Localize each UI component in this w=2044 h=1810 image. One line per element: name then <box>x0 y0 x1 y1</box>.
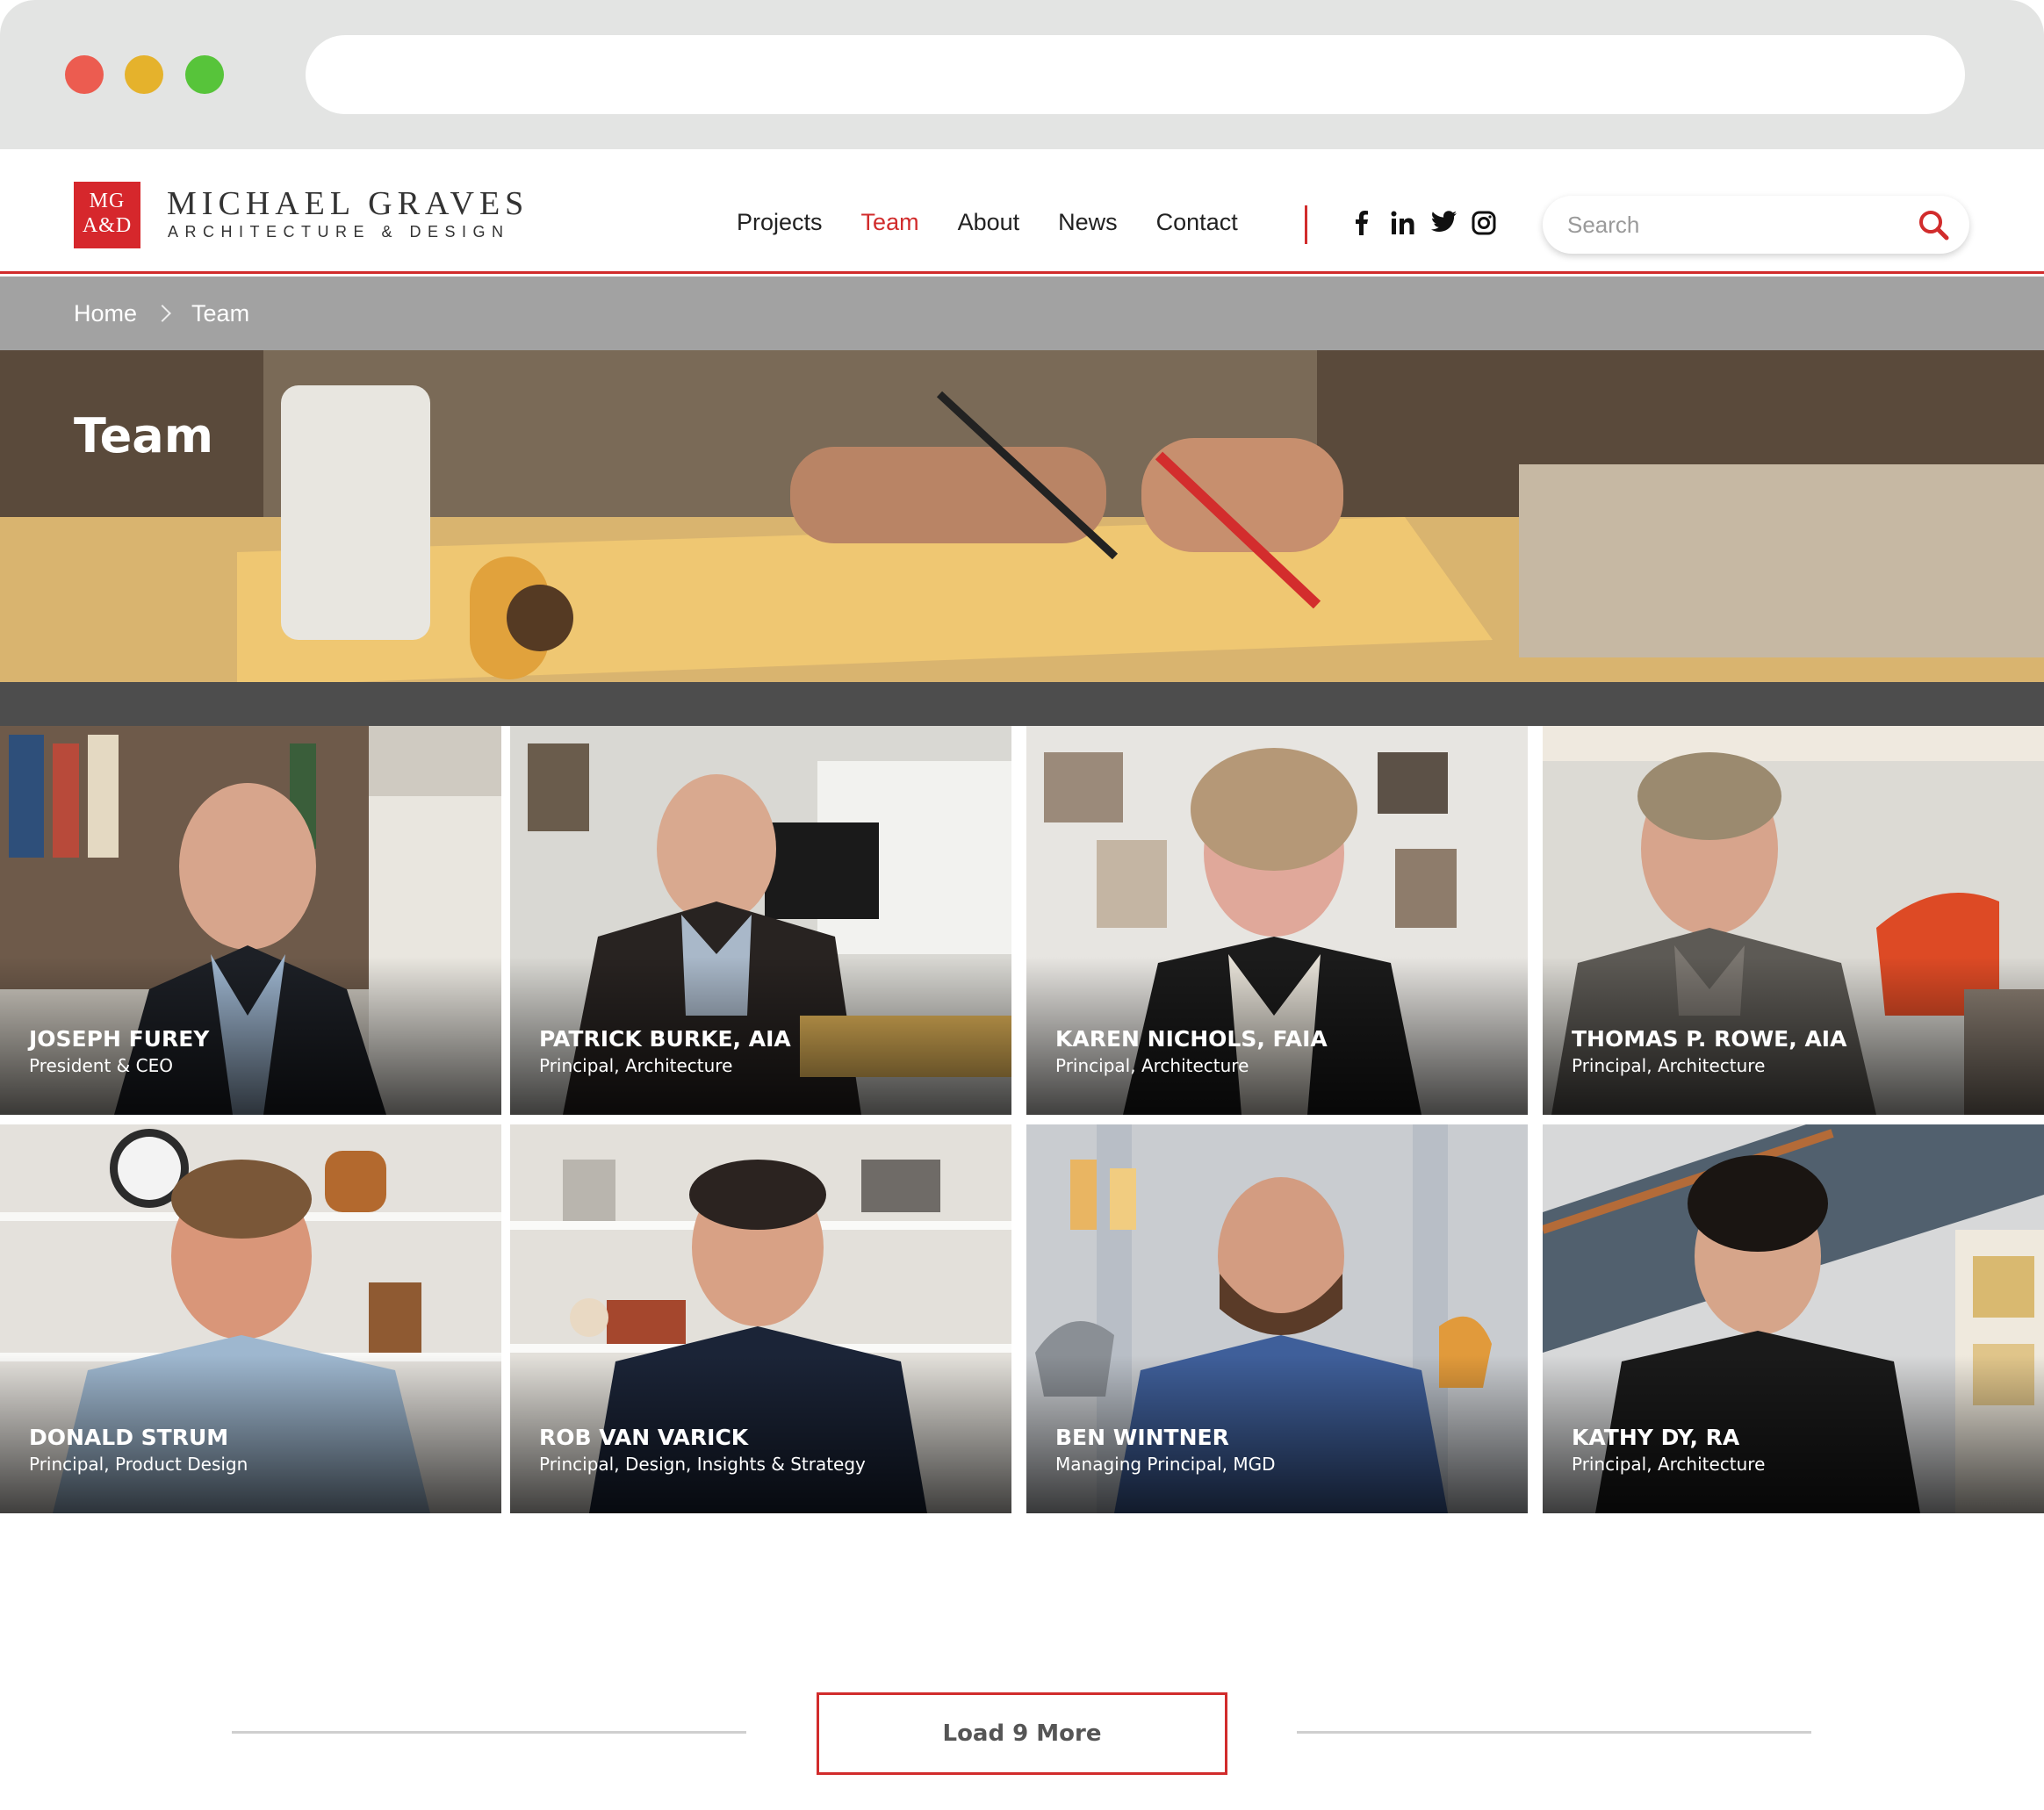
maximize-window-button[interactable] <box>185 55 224 94</box>
chevron-right-icon <box>154 305 171 322</box>
search-icon[interactable] <box>1917 208 1950 241</box>
hero-image <box>0 350 2044 682</box>
team-member-name: PATRICK BURKE, AIA <box>539 1026 791 1052</box>
team-card[interactable]: JOSEPH FUREY President & CEO <box>0 726 501 1115</box>
team-member-role: Principal, Architecture <box>1572 1454 1766 1475</box>
team-card[interactable]: KATHY DY, RA Principal, Architecture <box>1543 1124 2044 1513</box>
team-member-role: Principal, Architecture <box>539 1055 733 1076</box>
minimize-window-button[interactable] <box>125 55 163 94</box>
team-member-role: President & CEO <box>29 1055 173 1076</box>
instagram-icon[interactable] <box>1472 211 1496 235</box>
team-member-name: KATHY DY, RA <box>1572 1425 1740 1450</box>
team-member-role: Principal, Design, Insights & Strategy <box>539 1454 866 1475</box>
team-member-name: KAREN NICHOLS, FAIA <box>1055 1026 1328 1052</box>
team-member-name: ROB VAN VARICK <box>539 1425 749 1450</box>
linkedin-icon[interactable] <box>1391 211 1414 235</box>
nav-divider <box>1305 205 1307 244</box>
team-member-name: THOMAS P. ROWE, AIA <box>1572 1026 1847 1052</box>
site-header: MG A&D MICHAEL GRAVES ARCHITECTURE & DES… <box>0 149 2044 274</box>
team-member-role: Principal, Architecture <box>1055 1055 1249 1076</box>
team-member-name: JOSEPH FUREY <box>29 1026 210 1052</box>
team-member-name: DONALD STRUM <box>29 1425 229 1450</box>
facebook-icon[interactable] <box>1350 211 1373 235</box>
team-card[interactable]: BEN WINTNER Managing Principal, MGD <box>1026 1124 1528 1513</box>
team-card[interactable]: KAREN NICHOLS, FAIA Principal, Architect… <box>1026 726 1528 1115</box>
breadcrumb: Home Team <box>0 277 2044 350</box>
team-member-role: Principal, Product Design <box>29 1454 248 1475</box>
breadcrumb-home[interactable]: Home <box>74 300 137 327</box>
section-divider-band <box>0 682 2044 726</box>
logo-subtitle: ARCHITECTURE & DESIGN <box>168 223 510 241</box>
hero-banner: Team <box>0 350 2044 682</box>
team-card[interactable]: ROB VAN VARICK Principal, Design, Insigh… <box>510 1124 1011 1513</box>
social-links <box>1350 211 1496 235</box>
logo-name[interactable]: MICHAEL GRAVES <box>167 186 529 221</box>
nav-team[interactable]: Team <box>861 209 919 236</box>
page-title: Team <box>74 408 213 463</box>
twitter-icon[interactable] <box>1430 211 1457 235</box>
nav-about[interactable]: About <box>958 209 1020 236</box>
address-bar[interactable] <box>306 35 1965 114</box>
nav-projects[interactable]: Projects <box>737 209 823 236</box>
team-card[interactable]: DONALD STRUM Principal, Product Design <box>0 1124 501 1513</box>
divider-left <box>232 1731 746 1734</box>
search-input[interactable] <box>1567 208 1883 241</box>
breadcrumb-current: Team <box>191 299 250 327</box>
logo-mark[interactable]: MG A&D <box>74 182 140 248</box>
nav-contact[interactable]: Contact <box>1156 209 1238 236</box>
close-window-button[interactable] <box>65 55 104 94</box>
browser-chrome <box>0 0 2044 149</box>
team-card[interactable]: THOMAS P. ROWE, AIA Principal, Architect… <box>1543 726 2044 1115</box>
nav-news[interactable]: News <box>1058 209 1118 236</box>
logo-mark-top: MG <box>89 190 126 212</box>
main-nav: Projects Team About News Contact <box>737 209 1277 236</box>
load-more-button[interactable]: Load 9 More <box>817 1692 1227 1775</box>
logo-mark-bottom: A&D <box>82 214 133 237</box>
team-member-role: Principal, Architecture <box>1572 1055 1766 1076</box>
team-member-role: Managing Principal, MGD <box>1055 1454 1276 1475</box>
divider-right <box>1297 1731 1811 1734</box>
team-member-name: BEN WINTNER <box>1055 1425 1229 1450</box>
search-box <box>1543 196 1969 254</box>
team-card[interactable]: PATRICK BURKE, AIA Principal, Architectu… <box>510 726 1011 1115</box>
